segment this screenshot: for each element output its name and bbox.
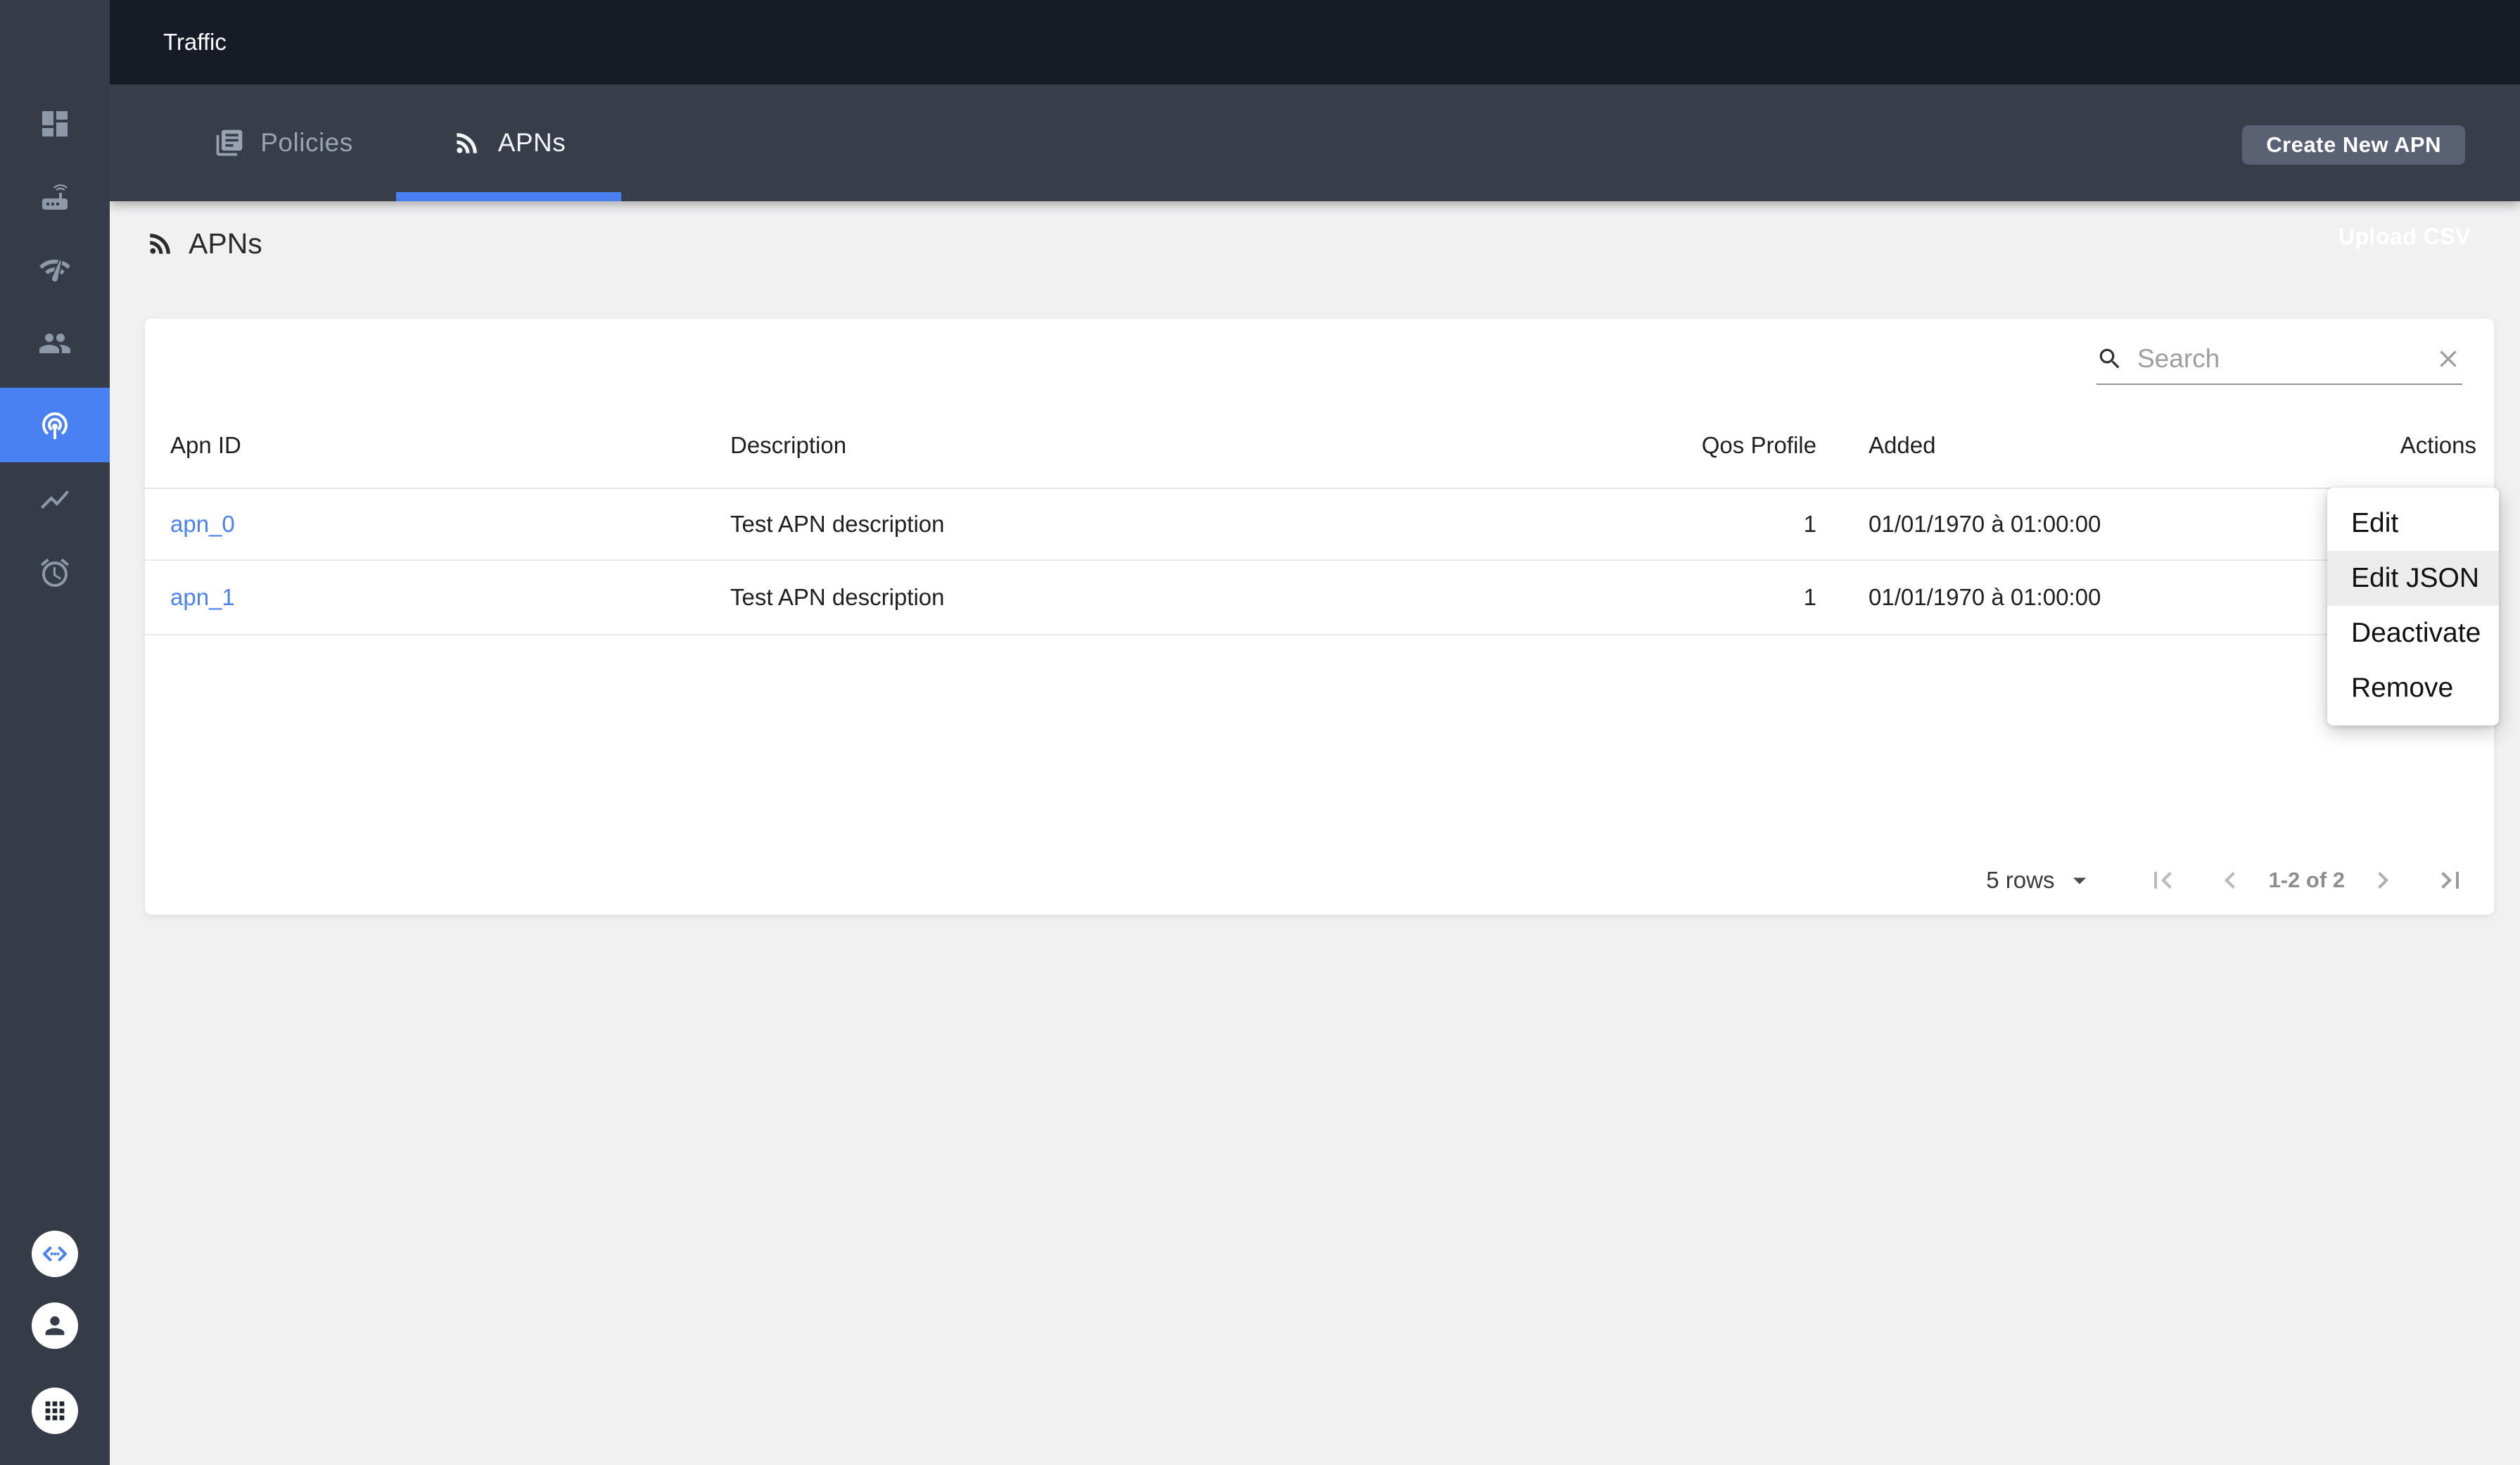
tab-apns-label: APNs xyxy=(497,128,566,157)
apn-added-date: 01/01/1970 à 01:00:00 xyxy=(1869,511,2101,537)
sidebar-item-network[interactable] xyxy=(0,233,110,307)
top-app-bar: Traffic xyxy=(110,0,2520,84)
pagination-range-label: 1-2 of 2 xyxy=(2268,868,2345,892)
sidebar-item-metrics[interactable] xyxy=(0,462,110,537)
active-tab-indicator xyxy=(396,192,621,201)
last-page-icon xyxy=(2441,872,2459,889)
close-icon xyxy=(2440,350,2457,367)
last-page-button[interactable] xyxy=(2431,861,2470,900)
chevron-down-icon xyxy=(2073,877,2087,884)
tab-bar: Policies APNs Create New APN xyxy=(110,84,2520,201)
sidebar-apps-button[interactable] xyxy=(32,1388,78,1434)
column-header-qos-profile: Qos Profile xyxy=(1701,432,1816,458)
dashboard-icon xyxy=(42,111,68,137)
apns-table-card: Apn ID Description Qos Profile Added Act… xyxy=(145,319,2494,915)
first-page-icon xyxy=(2154,872,2172,889)
section-title: APNs xyxy=(189,227,262,260)
rows-per-page-label: 5 rows xyxy=(1986,867,2055,893)
sidebar-item-traffic[interactable] xyxy=(0,388,110,462)
router-icon xyxy=(42,184,68,210)
first-page-button[interactable] xyxy=(2143,861,2182,900)
apn-qos-profile: 1 xyxy=(1803,584,1816,610)
sidebar-item-dashboard[interactable] xyxy=(0,87,110,161)
sidebar-item-equipment[interactable] xyxy=(0,160,110,234)
rss-feed-icon xyxy=(457,133,477,153)
people-icon xyxy=(39,334,70,353)
alarm-icon xyxy=(41,558,69,587)
wifi-tethering-icon xyxy=(42,412,68,439)
search-icon xyxy=(2099,348,2120,369)
apps-grid-icon xyxy=(45,1401,65,1421)
chevron-right-icon xyxy=(2378,872,2388,889)
account-icon xyxy=(45,1316,65,1336)
apn-added-date: 01/01/1970 à 01:00:00 xyxy=(1869,584,2101,610)
column-header-actions: Actions xyxy=(2400,432,2476,458)
menu-item-deactivate[interactable]: Deactivate xyxy=(2327,606,2499,661)
menu-item-edit[interactable]: Edit xyxy=(2327,496,2499,551)
row-actions-menu: Edit Edit JSON Deactivate Remove xyxy=(2327,488,2499,725)
sidebar-account-button[interactable] xyxy=(32,1302,78,1349)
rows-per-page-select[interactable]: 5 rows xyxy=(1986,865,2095,896)
table-row: apn_0 Test APN description 1 01/01/1970 … xyxy=(145,489,2494,561)
tab-policies-label: Policies xyxy=(260,128,353,157)
tab-policies[interactable]: Policies xyxy=(171,84,396,201)
sidebar-api-button[interactable] xyxy=(32,1231,78,1277)
sidebar xyxy=(0,0,110,1465)
library-books-icon xyxy=(216,129,243,156)
upload-csv-button[interactable]: Upload CSV xyxy=(2338,224,2471,250)
search-field xyxy=(2096,334,2462,385)
section-header: APNs xyxy=(145,221,262,266)
rss-feed-icon xyxy=(150,234,170,254)
column-header-added: Added xyxy=(1869,432,1936,458)
apn-qos-profile: 1 xyxy=(1803,511,1816,537)
search-clear-button[interactable] xyxy=(2434,345,2462,373)
table-row: apn_1 Test APN description 1 01/01/1970 … xyxy=(145,561,2494,635)
sidebar-item-subscribers[interactable] xyxy=(0,306,110,381)
content-area: APNs Upload CSV Apn ID Description Qos P… xyxy=(110,201,2520,1465)
tab-apns[interactable]: APNs xyxy=(396,84,621,201)
sidebar-item-alerts[interactable] xyxy=(0,535,110,610)
chevron-left-icon xyxy=(2225,872,2236,889)
pagination-bar: 5 rows 1-2 of 2 xyxy=(1986,855,2470,906)
table-header-row: Apn ID Description Qos Profile Added Act… xyxy=(145,403,2494,489)
api-code-icon xyxy=(43,1246,67,1262)
search-input[interactable] xyxy=(2137,344,2434,374)
network-check-icon xyxy=(39,259,70,281)
menu-item-remove[interactable]: Remove xyxy=(2327,661,2499,716)
menu-item-edit-json[interactable]: Edit JSON xyxy=(2327,551,2499,606)
page-title: Traffic xyxy=(163,29,227,55)
next-page-button[interactable] xyxy=(2363,861,2403,900)
line-chart-icon xyxy=(41,490,69,509)
previous-page-button[interactable] xyxy=(2210,861,2250,900)
create-new-apn-button[interactable]: Create New APN xyxy=(2242,125,2465,165)
